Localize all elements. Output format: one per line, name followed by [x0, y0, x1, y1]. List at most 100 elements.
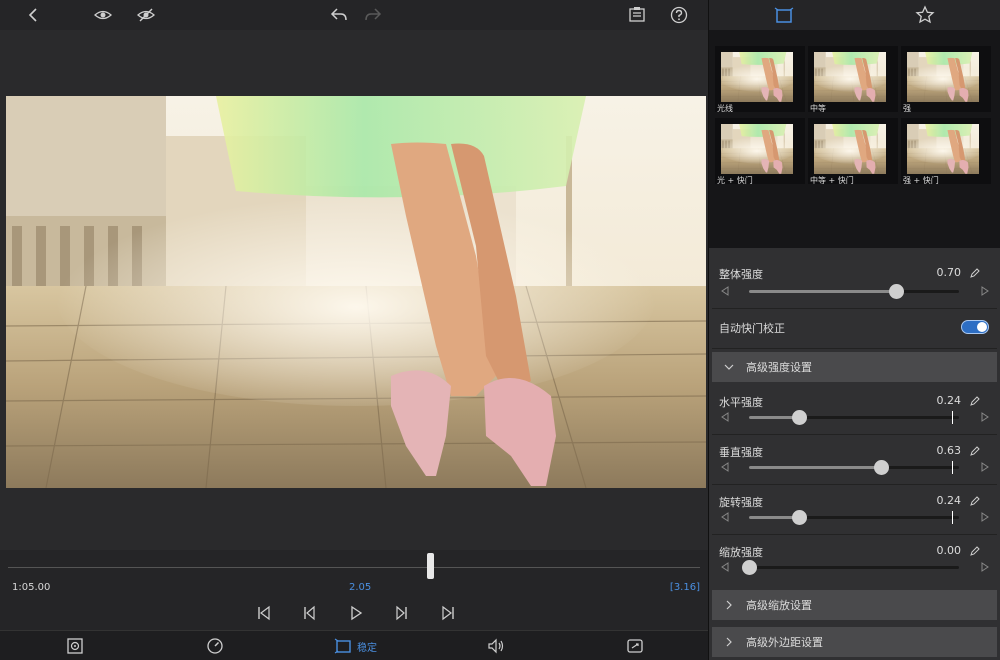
- auto-shutter-toggle[interactable]: [961, 320, 989, 334]
- vertical-strength-slider[interactable]: [721, 460, 989, 475]
- play-icon[interactable]: [346, 603, 366, 623]
- tab-audio[interactable]: [487, 636, 505, 656]
- slider-knob[interactable]: [742, 560, 757, 575]
- scrub-handle[interactable]: [427, 553, 435, 579]
- pencil-icon[interactable]: [969, 495, 981, 507]
- panel-tabs: [709, 0, 1000, 30]
- star-icon[interactable]: [915, 5, 935, 25]
- redo-icon[interactable]: [364, 6, 382, 24]
- preset-thumbnail: [907, 124, 979, 174]
- current-time: 1:05.00: [12, 582, 51, 593]
- advanced-strength-label: 高级强度设置: [746, 361, 812, 374]
- preset-thumbnail: [814, 124, 886, 174]
- advanced-margin-section[interactable]: 高级外边距设置: [712, 627, 997, 657]
- increment-arrow-icon[interactable]: [981, 412, 989, 422]
- slider-track[interactable]: [749, 410, 959, 425]
- slider-knob[interactable]: [874, 460, 890, 475]
- transform-icon: [627, 639, 643, 653]
- info-panel-icon[interactable]: [628, 6, 646, 24]
- skip-start-icon[interactable]: [254, 603, 274, 623]
- tab-crop[interactable]: [66, 636, 84, 656]
- toggle-dot: [977, 322, 987, 332]
- increment-arrow-icon[interactable]: [981, 286, 989, 296]
- end-time: [3.16]: [669, 582, 700, 593]
- preset-strong-shutter[interactable]: 强 + 快门: [901, 118, 991, 185]
- decrement-arrow-icon[interactable]: [721, 462, 729, 472]
- undo-icon[interactable]: [330, 6, 348, 24]
- preset-label: 强 + 快门: [903, 176, 939, 185]
- tab-speed[interactable]: [206, 636, 224, 656]
- increment-arrow-icon[interactable]: [981, 512, 989, 522]
- chevron-right-icon: [726, 637, 732, 647]
- divider: [712, 434, 997, 435]
- timeline-scrubber[interactable]: 1:05.00 2.05 [3.16]: [0, 550, 708, 630]
- help-icon[interactable]: [670, 6, 688, 24]
- zoom-strength-label: 缩放强度: [719, 546, 763, 559]
- slider-tick: [952, 411, 953, 424]
- preset-label: 中等 + 快门: [810, 176, 854, 185]
- crop-target-icon: [67, 638, 83, 654]
- scrub-track[interactable]: [8, 567, 700, 568]
- auto-shutter-label: 自动快门校正: [719, 322, 785, 335]
- advanced-zoom-label: 高级缩放设置: [746, 599, 812, 612]
- vertical-strength-label: 垂直强度: [719, 446, 763, 459]
- slider-knob[interactable]: [792, 510, 808, 525]
- rotation-strength-slider[interactable]: [721, 510, 989, 525]
- slider-track[interactable]: [749, 284, 959, 299]
- pencil-icon[interactable]: [969, 545, 981, 557]
- divider: [712, 308, 997, 309]
- overall-strength-slider[interactable]: [721, 284, 989, 299]
- decrement-arrow-icon[interactable]: [721, 562, 729, 572]
- preset-medium-shutter[interactable]: 中等 + 快门: [808, 118, 898, 185]
- decrement-arrow-icon[interactable]: [721, 286, 729, 296]
- eye-icon[interactable]: [94, 6, 112, 24]
- pencil-icon[interactable]: [969, 267, 981, 279]
- tab-stabilize-label: 稳定: [357, 642, 377, 654]
- advanced-zoom-section[interactable]: 高级缩放设置: [712, 590, 997, 620]
- bottom-tool-tabs: 稳定: [0, 630, 708, 660]
- tab-stabilize[interactable]: 稳定: [334, 636, 377, 656]
- rotation-strength-label: 旋转强度: [719, 496, 763, 509]
- video-preview-area: [0, 30, 708, 550]
- speed-icon: [207, 638, 223, 654]
- transport-controls: [0, 600, 708, 626]
- preset-medium[interactable]: 中等: [808, 46, 898, 113]
- increment-arrow-icon[interactable]: [981, 462, 989, 472]
- decrement-arrow-icon[interactable]: [721, 512, 729, 522]
- divider: [712, 348, 997, 349]
- zoom-strength-slider[interactable]: [721, 560, 989, 575]
- slider-knob[interactable]: [792, 410, 808, 425]
- eye-off-icon[interactable]: [137, 6, 155, 24]
- horizontal-strength-label: 水平强度: [719, 396, 763, 409]
- step-back-icon[interactable]: [299, 603, 319, 623]
- preset-label: 中等: [810, 104, 826, 113]
- slider-track[interactable]: [749, 510, 959, 525]
- step-forward-icon[interactable]: [392, 603, 412, 623]
- frame-icon[interactable]: [774, 5, 794, 25]
- horizontal-strength-slider[interactable]: [721, 410, 989, 425]
- pencil-icon[interactable]: [969, 445, 981, 457]
- preset-thumbnail: [814, 52, 886, 102]
- slider-tick: [952, 511, 953, 524]
- slider-fill: [749, 466, 882, 469]
- video-frame[interactable]: [6, 96, 706, 488]
- overall-strength-value: 0.70: [936, 266, 962, 279]
- preset-thumbnail: [721, 52, 793, 102]
- tab-transform[interactable]: [626, 636, 644, 656]
- app-window: 1:05.00 2.05 [3.16] 稳定 光线 中等 强 光 + 快门 中等…: [0, 0, 1000, 660]
- mid-time: 2.05: [349, 582, 372, 593]
- preset-light[interactable]: 光线: [715, 46, 805, 113]
- increment-arrow-icon[interactable]: [981, 562, 989, 572]
- pencil-icon[interactable]: [969, 395, 981, 407]
- slider-track[interactable]: [749, 460, 959, 475]
- preset-light-shutter[interactable]: 光 + 快门: [715, 118, 805, 185]
- back-icon[interactable]: [25, 6, 43, 24]
- preset-strong[interactable]: 强: [901, 46, 991, 113]
- advanced-strength-section[interactable]: 高级强度设置: [712, 352, 997, 382]
- slider-knob[interactable]: [889, 284, 904, 299]
- horizontal-strength-value: 0.24: [936, 394, 962, 407]
- slider-track[interactable]: [742, 560, 959, 575]
- decrement-arrow-icon[interactable]: [721, 412, 729, 422]
- slider-fill: [749, 290, 896, 293]
- skip-end-icon[interactable]: [438, 603, 458, 623]
